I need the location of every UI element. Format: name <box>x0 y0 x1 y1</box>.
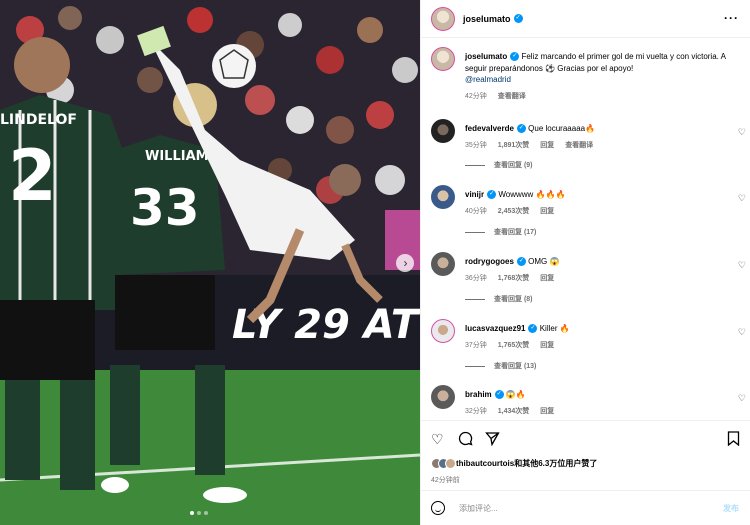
verified-icon: ✓ <box>510 52 520 62</box>
liked-by-text[interactable]: thibautcourtois和其他6.3万位用户赞了 <box>456 458 597 469</box>
more-options-icon[interactable]: ··· <box>724 11 739 25</box>
verified-icon: ✓ <box>487 190 497 200</box>
comment-likes[interactable]: 1,434次赞 <box>498 408 530 415</box>
comment-text: 😱🔥 <box>505 390 526 399</box>
view-replies-button[interactable]: 查看回复 (8) <box>465 294 533 304</box>
share-icon[interactable] <box>485 431 500 449</box>
comment-likes[interactable]: 1,891次赞 <box>498 142 530 149</box>
verified-icon: ✓ <box>494 390 504 400</box>
comment-username[interactable]: brahim <box>465 390 492 399</box>
add-comment-bar: 发布 <box>421 490 750 525</box>
verified-icon: ✓ <box>516 124 526 134</box>
view-replies-button[interactable]: 查看回复 (13) <box>465 361 536 371</box>
commenter-avatar[interactable] <box>431 319 455 343</box>
heart-icon[interactable]: ♡ <box>738 260 746 271</box>
comment-text: Que locuraaaaa🔥 <box>528 124 596 133</box>
view-replies-button[interactable]: 查看回复 (17) <box>465 227 536 237</box>
commenter-avatar[interactable] <box>431 252 455 276</box>
divider <box>465 231 485 233</box>
heart-icon[interactable]: ♡ <box>738 393 746 404</box>
jersey-mid-number: 33 <box>130 179 200 237</box>
jersey-left-number: 2 <box>8 135 57 217</box>
comment-likes[interactable]: 1,768次赞 <box>498 275 530 282</box>
carousel-dots <box>190 511 208 515</box>
comment-time: 36分钟 <box>465 274 487 282</box>
comment-username[interactable]: lucasvazquez91 <box>465 324 525 333</box>
bookmark-icon[interactable] <box>727 431 740 449</box>
comment-text: Killer 🔥 <box>539 324 570 333</box>
carousel-next-button[interactable]: › <box>396 254 414 272</box>
post-timestamp: 42分钟前 <box>431 477 460 484</box>
comment-time: 37分钟 <box>465 341 487 349</box>
commenter-avatar[interactable] <box>431 185 455 209</box>
divider <box>465 298 485 300</box>
view-replies-label[interactable]: 查看回复 (8) <box>494 294 533 304</box>
heart-icon[interactable]: ♡ <box>738 127 746 138</box>
heart-icon[interactable]: ♡ <box>738 327 746 338</box>
comment-time: 32分钟 <box>465 407 487 415</box>
liker-avatars <box>431 458 456 469</box>
post-header: joselumato ✓ ··· <box>421 0 750 38</box>
commenter-avatar[interactable] <box>431 385 455 409</box>
commenter-avatar[interactable] <box>431 119 455 143</box>
post-photo[interactable]: LY 29 AT LINDELOF 2 WILLIAMS 33 › <box>0 0 420 525</box>
comment-likes[interactable]: 1,765次赞 <box>498 342 530 349</box>
comment-input[interactable] <box>459 503 689 513</box>
comment-username[interactable]: rodrygogoes <box>465 257 514 266</box>
verified-icon: ✓ <box>528 324 538 334</box>
caption-mention[interactable]: @realmadrid <box>465 75 511 84</box>
verified-icon: ✓ <box>516 257 526 267</box>
chevron-right-icon: › <box>403 256 408 270</box>
divider <box>465 365 485 367</box>
comment-text: OMG 😱 <box>528 257 560 266</box>
translate-link[interactable]: 查看翻译 <box>565 142 593 149</box>
post-panel: joselumato ✓ ··· joselumato ✓ Feliz marca… <box>420 0 750 525</box>
caption-username[interactable]: joselumato <box>465 52 507 61</box>
photo-artwork: LY 29 AT LINDELOF 2 WILLIAMS 33 <box>0 0 420 525</box>
comment-time: 35分钟 <box>465 141 487 149</box>
author-username[interactable]: joselumato <box>463 14 511 24</box>
divider <box>465 164 485 166</box>
comment-icon[interactable] <box>458 431 473 449</box>
liked-by[interactable]: thibautcourtois和其他6.3万位用户赞了 <box>431 458 597 469</box>
comment-time: 40分钟 <box>465 207 487 215</box>
reply-button[interactable]: 回复 <box>540 275 554 282</box>
reply-button[interactable]: 回复 <box>540 342 554 349</box>
verified-icon: ✓ <box>513 14 523 23</box>
comment-likes[interactable]: 2,453次赞 <box>498 208 530 215</box>
post-comment-button[interactable]: 发布 <box>723 503 739 514</box>
view-replies-label[interactable]: 查看回复 (13) <box>494 361 536 371</box>
translate-link[interactable]: 查看翻译 <box>498 93 526 100</box>
author-avatar[interactable] <box>431 6 455 31</box>
comment-text: Wowwww 🔥🔥🔥 <box>498 190 566 199</box>
view-replies-label[interactable]: 查看回复 (9) <box>494 160 533 170</box>
heart-icon[interactable]: ♡ <box>738 193 746 204</box>
comment-username[interactable]: vinijr <box>465 190 484 199</box>
jersey-left-name: LINDELOF <box>0 112 77 128</box>
view-replies-label[interactable]: 查看回复 (17) <box>494 227 536 237</box>
caption-avatar[interactable] <box>431 47 455 71</box>
action-bar: ♡ <box>421 420 750 460</box>
emoji-icon[interactable] <box>431 501 445 515</box>
reply-button[interactable]: 回复 <box>540 142 554 149</box>
view-replies-button[interactable]: 查看回复 (9) <box>465 160 533 170</box>
caption-time: 42分钟 <box>465 92 487 100</box>
reply-button[interactable]: 回复 <box>540 208 554 215</box>
heart-icon[interactable]: ♡ <box>431 431 444 447</box>
comments-list[interactable]: joselumato ✓ Feliz marcando el primer gol… <box>421 39 750 419</box>
reply-button[interactable]: 回复 <box>540 408 554 415</box>
comment-username[interactable]: fedevalverde <box>465 124 514 133</box>
